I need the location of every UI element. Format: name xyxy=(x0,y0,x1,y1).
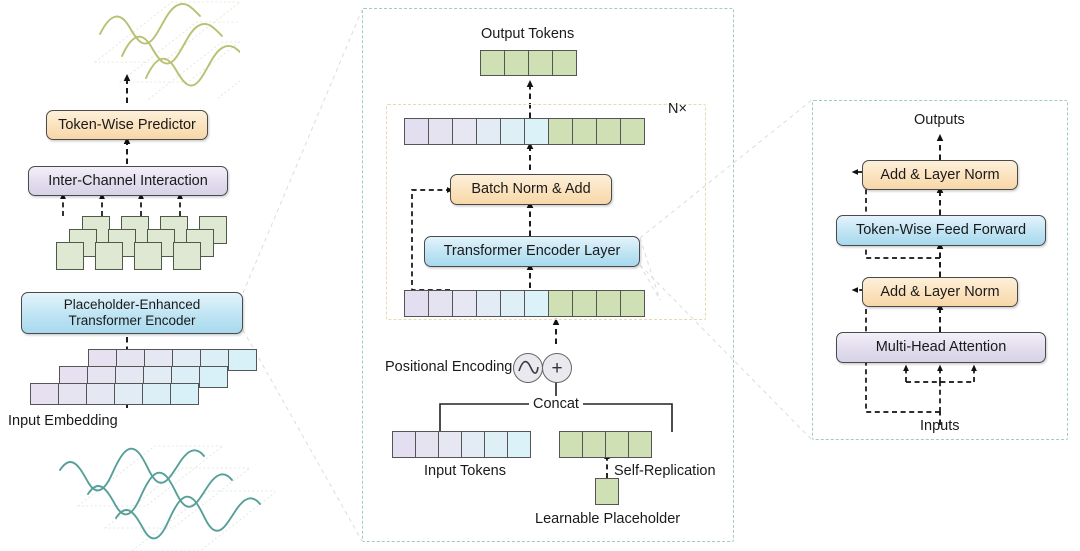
channel-stack-arrows xyxy=(60,192,183,216)
right-detail-panel xyxy=(812,100,1068,440)
add-layer-norm-top-label: Add & Layer Norm xyxy=(880,166,1000,183)
token-wise-feed-forward-label: Token-Wise Feed Forward xyxy=(855,222,1027,239)
multi-head-attention-box[interactable]: Multi-Head Attention xyxy=(836,332,1046,363)
feature-cube xyxy=(56,242,84,270)
embedding-cell xyxy=(58,383,87,405)
learnable-placeholder-row xyxy=(595,478,619,505)
input-token-cell xyxy=(438,431,462,458)
token-cell-input xyxy=(524,290,549,317)
outputs-label: Outputs xyxy=(914,112,965,128)
embedding-cell xyxy=(228,349,257,371)
output-tokens-row xyxy=(480,50,577,76)
placeholder-tokens-row xyxy=(559,431,652,458)
token-cell-input xyxy=(476,290,501,317)
placeholder-token-cell xyxy=(605,431,629,458)
sine-wave-icon xyxy=(513,353,543,383)
token-cell-input xyxy=(428,118,453,145)
input-tokens-label: Input Tokens xyxy=(424,463,506,479)
embedding-cell xyxy=(114,383,143,405)
token-cell-placeholder xyxy=(596,118,621,145)
per-channel-feature-stacks xyxy=(40,216,230,298)
token-cell-placeholder xyxy=(596,290,621,317)
output-token-cell xyxy=(504,50,529,76)
embedding-cell xyxy=(170,383,199,405)
input-token-cell xyxy=(461,431,485,458)
inputs-label: Inputs xyxy=(920,418,960,434)
add-layer-norm-top-box[interactable]: Add & Layer Norm xyxy=(862,160,1018,190)
token-cell-input xyxy=(452,118,477,145)
embedding-cell xyxy=(142,383,171,405)
concat-label: Concat xyxy=(529,396,583,412)
positional-encoding-label: Positional Encoding xyxy=(385,359,513,375)
input-token-cell xyxy=(392,431,416,458)
token-cell-input xyxy=(404,118,429,145)
multi-head-attention-label: Multi-Head Attention xyxy=(875,339,1007,356)
learnable-placeholder-cell xyxy=(595,478,619,505)
input-waveforms-graphic xyxy=(59,445,275,551)
output-token-cell xyxy=(552,50,577,76)
pete-label-line1: Placeholder-Enhanced xyxy=(63,297,201,313)
batch-norm-add-box[interactable]: Batch Norm & Add xyxy=(450,174,612,205)
plus-operator-icon: + xyxy=(542,353,572,383)
token-cell-input xyxy=(428,290,453,317)
figure-canvas: Token-Wise Predictor Inter-Channel Inter… xyxy=(0,0,1080,551)
add-layer-norm-bottom-box[interactable]: Add & Layer Norm xyxy=(862,277,1018,307)
token-cell-input xyxy=(476,118,501,145)
token-cell-placeholder xyxy=(572,118,597,145)
batch-norm-add-label: Batch Norm & Add xyxy=(471,181,591,198)
placeholder-token-cell xyxy=(582,431,606,458)
input-embedding-stack xyxy=(30,349,257,405)
token-cell-placeholder xyxy=(620,290,645,317)
repeat-badge: N× xyxy=(668,101,687,117)
output-token-cell xyxy=(480,50,505,76)
token-wise-predictor-label: Token-Wise Predictor xyxy=(58,116,196,133)
token-cell-input xyxy=(404,290,429,317)
token-cell-input xyxy=(500,290,525,317)
pete-label-line2: Transformer Encoder xyxy=(68,313,196,328)
embedding-row xyxy=(30,383,199,405)
transformer-encoder-layer-label: Transformer Encoder Layer xyxy=(443,243,621,260)
feature-cube xyxy=(95,242,123,270)
embedding-cell xyxy=(30,383,59,405)
feature-cube xyxy=(134,242,162,270)
input-token-cell xyxy=(484,431,508,458)
output-waveforms-graphic xyxy=(93,1,240,100)
token-wise-predictor-box[interactable]: Token-Wise Predictor xyxy=(46,110,208,140)
inter-channel-interaction-box[interactable]: Inter-Channel Interaction xyxy=(28,166,228,196)
placeholder-token-cell xyxy=(559,431,583,458)
input-token-cell xyxy=(507,431,531,458)
input-token-cell xyxy=(415,431,439,458)
token-cell-input xyxy=(524,118,549,145)
encoder-token-row-bottom xyxy=(404,290,645,317)
transformer-encoder-layer-box[interactable]: Transformer Encoder Layer xyxy=(424,236,640,267)
placeholder-enhanced-transformer-encoder-box[interactable]: Placeholder-Enhanced Transformer Encoder xyxy=(21,292,243,334)
token-cell-placeholder xyxy=(548,290,573,317)
encoder-token-row-top xyxy=(404,118,645,145)
token-cell-input xyxy=(452,290,477,317)
placeholder-token-cell xyxy=(628,431,652,458)
plus-glyph: + xyxy=(551,357,563,379)
token-wise-feed-forward-box[interactable]: Token-Wise Feed Forward xyxy=(836,215,1046,246)
token-cell-placeholder xyxy=(620,118,645,145)
learnable-placeholder-label: Learnable Placeholder xyxy=(535,511,681,527)
inter-channel-interaction-label: Inter-Channel Interaction xyxy=(48,172,208,189)
token-cell-input xyxy=(500,118,525,145)
token-cell-placeholder xyxy=(548,118,573,145)
embedding-cell xyxy=(86,383,115,405)
add-layer-norm-bottom-label: Add & Layer Norm xyxy=(880,283,1000,300)
self-replication-label: Self-Replication xyxy=(614,463,716,479)
input-embedding-label: Input Embedding xyxy=(8,413,118,429)
input-tokens-row xyxy=(392,431,531,458)
embedding-cell xyxy=(199,366,228,388)
token-cell-placeholder xyxy=(572,290,597,317)
feature-cube xyxy=(173,242,201,270)
output-token-cell xyxy=(528,50,553,76)
output-tokens-label: Output Tokens xyxy=(481,26,575,42)
